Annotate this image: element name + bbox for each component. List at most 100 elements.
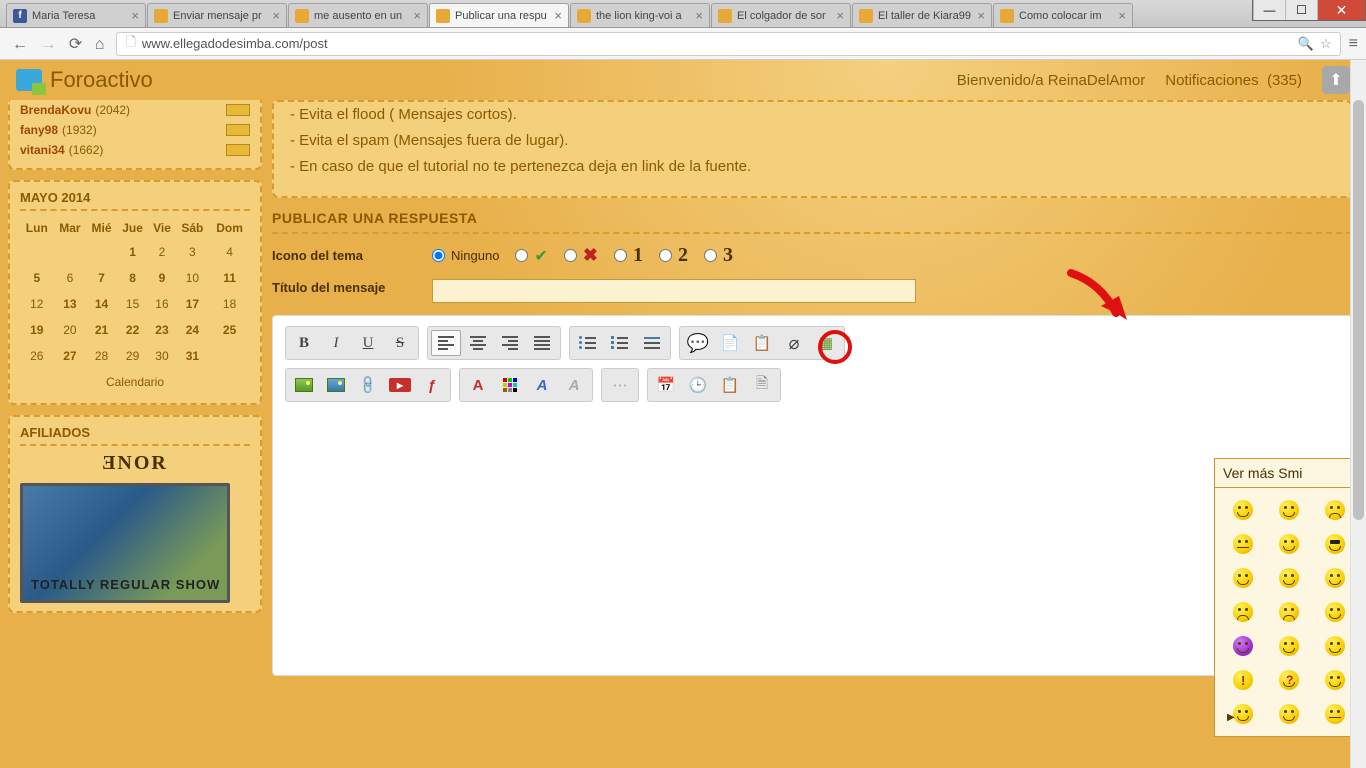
calendar-day[interactable]: 9 bbox=[148, 265, 175, 291]
calendar-day[interactable]: 20 bbox=[54, 317, 87, 343]
calendar-day[interactable]: 6 bbox=[54, 265, 87, 291]
calendar-day[interactable]: 22 bbox=[117, 317, 149, 343]
smiley-neutral[interactable] bbox=[1233, 534, 1253, 554]
smiley-worried[interactable] bbox=[1279, 602, 1299, 622]
spoiler-button[interactable]: 📋 bbox=[747, 330, 777, 356]
affiliate-banner[interactable]: TOTALLY REGULAR SHOW bbox=[20, 483, 230, 603]
calendar-day[interactable]: 1 bbox=[117, 239, 149, 265]
paste-button[interactable]: 📋 bbox=[715, 372, 745, 398]
calendar-day[interactable]: 5 bbox=[20, 265, 54, 291]
close-window-button[interactable]: ✕ bbox=[1317, 0, 1365, 20]
icon-opt-2[interactable]: 2 bbox=[659, 244, 688, 267]
icon-opt-none[interactable]: Ninguno bbox=[432, 248, 499, 263]
calendar-footer[interactable]: Calendario bbox=[20, 369, 250, 395]
site-brand[interactable]: Foroactivo bbox=[50, 67, 153, 93]
calendar-day[interactable]: 13 bbox=[54, 291, 87, 317]
source-button[interactable]: 🗎 bbox=[747, 372, 777, 398]
calendar-day[interactable]: 31 bbox=[176, 343, 210, 369]
smiley-confused[interactable] bbox=[1279, 636, 1299, 656]
radio-1[interactable] bbox=[614, 249, 627, 262]
url-input[interactable]: 🗋 www.ellegadodesimba.com/post 🔍 ☆ bbox=[116, 32, 1340, 56]
font-color-button[interactable] bbox=[495, 372, 525, 398]
radio-cross[interactable] bbox=[564, 249, 577, 262]
forward-button[interactable]: → bbox=[40, 36, 56, 53]
calendar-day[interactable]: 29 bbox=[117, 343, 149, 369]
browser-tab[interactable]: Enviar mensaje pr× bbox=[147, 3, 287, 27]
smiley-kiss[interactable] bbox=[1325, 636, 1345, 656]
minimize-button[interactable]: — bbox=[1253, 0, 1285, 20]
radio-2[interactable] bbox=[659, 249, 672, 262]
date-button[interactable]: 📅 bbox=[651, 372, 681, 398]
zoom-icon[interactable]: 🔍 bbox=[1298, 36, 1314, 52]
calendar-day[interactable]: 26 bbox=[20, 343, 54, 369]
flash-button[interactable]: ƒ bbox=[417, 372, 447, 398]
home-button[interactable]: ⌂ bbox=[95, 36, 105, 53]
smiley-smile[interactable] bbox=[1279, 704, 1299, 724]
notifications-link[interactable]: Notificaciones (335) bbox=[1165, 72, 1302, 89]
vertical-scrollbar[interactable] bbox=[1350, 60, 1366, 768]
calendar-day[interactable]: 19 bbox=[20, 317, 54, 343]
calendar-day[interactable]: 23 bbox=[148, 317, 175, 343]
align-center-button[interactable] bbox=[463, 330, 493, 356]
browser-tab[interactable]: El taller de Kiara99× bbox=[852, 3, 992, 27]
reload-button[interactable]: ⟳ bbox=[69, 36, 82, 53]
ul-button[interactable] bbox=[573, 330, 603, 356]
more-button[interactable]: ⋯ bbox=[605, 372, 635, 398]
italic-button[interactable]: I bbox=[321, 330, 351, 356]
member-link[interactable]: fany98 bbox=[20, 120, 58, 140]
icon-opt-check[interactable]: ✔ bbox=[515, 246, 547, 266]
align-left-button[interactable] bbox=[431, 330, 461, 356]
quote-button[interactable]: 💬 bbox=[683, 330, 713, 356]
font-family-button[interactable]: A bbox=[463, 372, 493, 398]
bold-button[interactable]: B bbox=[289, 330, 319, 356]
close-icon[interactable]: × bbox=[272, 8, 280, 23]
calendar-day[interactable]: 11 bbox=[209, 265, 250, 291]
browser-tab[interactable]: El colgador de sor× bbox=[711, 3, 851, 27]
icon-opt-3[interactable]: 3 bbox=[704, 244, 733, 267]
icon-opt-1[interactable]: 1 bbox=[614, 244, 643, 267]
member-link[interactable]: vitani34 bbox=[20, 140, 65, 160]
browser-tab[interactable]: the lion king-voi a× bbox=[570, 3, 710, 27]
member-link[interactable]: BrendaKovu bbox=[20, 100, 91, 120]
calendar-day[interactable]: 24 bbox=[176, 317, 210, 343]
radio-check[interactable] bbox=[515, 249, 528, 262]
insert-image-button[interactable] bbox=[321, 372, 351, 398]
calendar-day[interactable]: 18 bbox=[209, 291, 250, 317]
smiley-angry[interactable] bbox=[1325, 602, 1345, 622]
smiley-alert[interactable] bbox=[1233, 670, 1253, 690]
smiley-cry[interactable] bbox=[1233, 602, 1253, 622]
calendar-day[interactable]: 27 bbox=[54, 343, 87, 369]
close-icon[interactable]: × bbox=[131, 8, 139, 23]
close-icon[interactable]: × bbox=[413, 8, 421, 23]
calendar-day[interactable]: 2 bbox=[148, 239, 175, 265]
calendar-day[interactable]: 8 bbox=[117, 265, 149, 291]
smiley-arrow[interactable]: ▶ bbox=[1233, 704, 1253, 724]
back-button[interactable]: ← bbox=[12, 36, 28, 53]
align-justify-button[interactable] bbox=[527, 330, 557, 356]
calendar-day[interactable]: 15 bbox=[117, 291, 149, 317]
close-icon[interactable]: × bbox=[977, 8, 985, 23]
scrollbar-thumb[interactable] bbox=[1353, 100, 1364, 520]
bookmark-icon[interactable]: ☆ bbox=[1320, 36, 1332, 52]
smiley-devil[interactable] bbox=[1233, 636, 1253, 656]
smiley-rolleyes[interactable] bbox=[1279, 534, 1299, 554]
code-button[interactable]: 📄 bbox=[715, 330, 745, 356]
smiley-lol[interactable] bbox=[1233, 568, 1253, 588]
calendar-day[interactable]: 4 bbox=[209, 239, 250, 265]
table-button[interactable]: ▦ bbox=[811, 330, 841, 356]
strike-button[interactable]: S bbox=[385, 330, 415, 356]
browser-tab[interactable]: me ausento en un× bbox=[288, 3, 428, 27]
time-button[interactable]: 🕒 bbox=[683, 372, 713, 398]
smiley-sad[interactable] bbox=[1325, 500, 1345, 520]
smiley-tongue[interactable] bbox=[1325, 568, 1345, 588]
calendar-day[interactable]: 25 bbox=[209, 317, 250, 343]
smiley-shock[interactable] bbox=[1325, 704, 1345, 724]
message-body-textarea[interactable] bbox=[285, 410, 1339, 670]
calendar-day[interactable]: 3 bbox=[176, 239, 210, 265]
foroactivo-logo-icon[interactable] bbox=[16, 69, 42, 91]
calendar-day[interactable]: 16 bbox=[148, 291, 175, 317]
calendar-day[interactable]: 7 bbox=[86, 265, 117, 291]
browser-tab[interactable]: fMaria Teresa× bbox=[6, 3, 146, 27]
smiley-question[interactable] bbox=[1279, 670, 1299, 690]
calendar-day[interactable]: 17 bbox=[176, 291, 210, 317]
